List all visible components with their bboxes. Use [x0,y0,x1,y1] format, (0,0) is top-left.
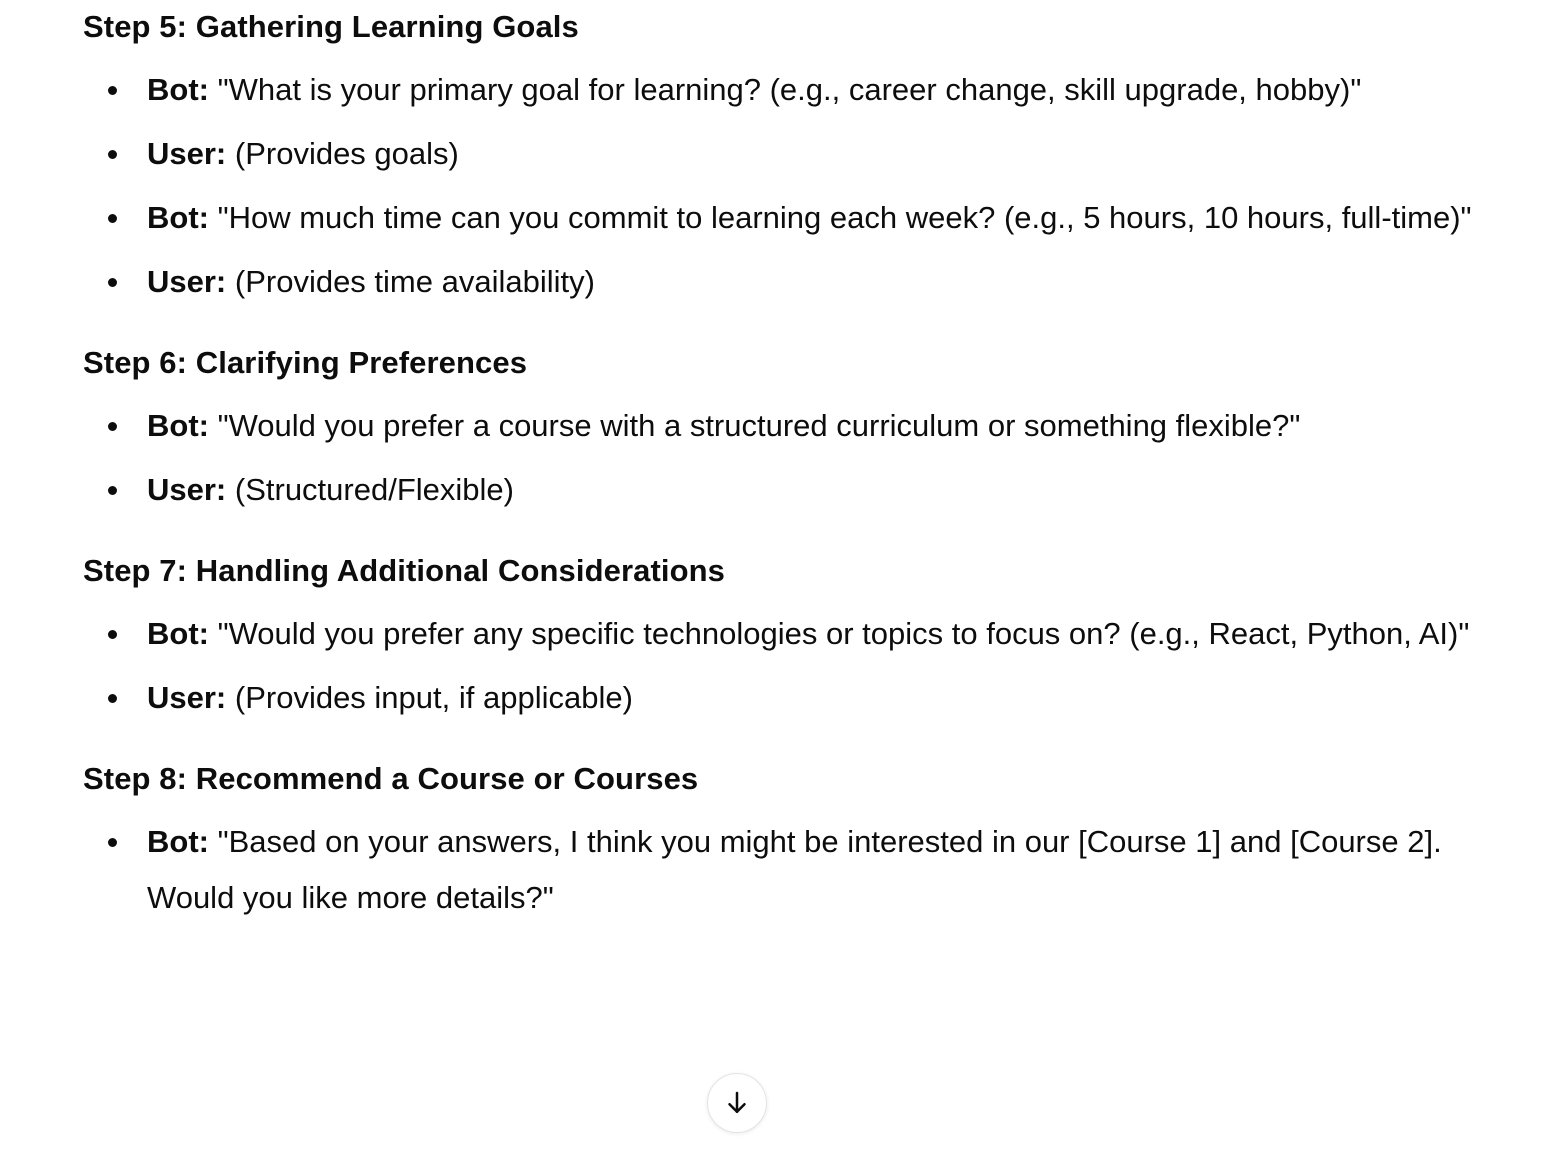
list-item: Bot: "How much time can you commit to le… [83,190,1523,246]
bullet [108,630,117,639]
step-heading: Step 5: Gathering Learning Goals [83,9,579,44]
speaker-label: User: [147,680,227,715]
list-item: Bot: "Based on your answers, I think you… [83,814,1523,926]
step-heading: Step 8: Recommend a Course or Courses [83,761,699,796]
list-item: Bot: "Would you prefer any specific tech… [83,606,1523,662]
speaker-label: Bot: [147,200,209,235]
arrow-down-icon [722,1088,752,1118]
message-text: (Provides time availability) [226,264,595,299]
speaker-label: User: [147,264,227,299]
bullet [108,694,117,703]
speaker-label: User: [147,136,227,171]
speaker-label: Bot: [147,72,209,107]
bullet [108,86,117,95]
speaker-label: User: [147,472,227,507]
step-5-section: Step 5: Gathering Learning Goals Bot: "W… [83,0,1523,310]
message-text: (Provides input, if applicable) [226,680,633,715]
step-8-section: Step 8: Recommend a Course or Courses Bo… [83,752,1523,926]
message-text: "Would you prefer a course with a struct… [208,408,1301,443]
list-item: User: (Structured/Flexible) [83,462,1523,518]
speaker-label: Bot: [147,824,209,859]
bullet [108,422,117,431]
list-item: User: (Provides goals) [83,126,1523,182]
bullet [108,838,117,847]
bullet [108,486,117,495]
step-list: Bot: "Would you prefer a course with a s… [83,398,1523,518]
message-text: "Based on your answers, I think you migh… [147,824,1442,915]
list-item: Bot: "Would you prefer a course with a s… [83,398,1523,454]
list-item: User: (Provides input, if applicable) [83,670,1523,726]
speaker-label: Bot: [147,616,209,651]
step-6-section: Step 6: Clarifying Preferences Bot: "Wou… [83,336,1523,518]
bullet [108,214,117,223]
message-content: Step 5: Gathering Learning Goals Bot: "W… [83,0,1523,934]
list-item: Bot: "What is your primary goal for lear… [83,62,1523,118]
list-item: User: (Provides time availability) [83,254,1523,310]
message-text: "What is your primary goal for learning?… [208,72,1362,107]
message-text: "Would you prefer any specific technolog… [208,616,1470,651]
step-list: Bot: "Based on your answers, I think you… [83,814,1523,926]
message-text: "How much time can you commit to learnin… [208,200,1472,235]
step-list: Bot: "What is your primary goal for lear… [83,62,1523,310]
step-heading: Step 7: Handling Additional Consideratio… [83,553,726,588]
step-7-section: Step 7: Handling Additional Consideratio… [83,544,1523,726]
step-list: Bot: "Would you prefer any specific tech… [83,606,1523,726]
speaker-label: Bot: [147,408,209,443]
message-text: (Structured/Flexible) [226,472,514,507]
step-heading: Step 6: Clarifying Preferences [83,345,528,380]
bullet [108,278,117,287]
bullet [108,150,117,159]
message-text: (Provides goals) [226,136,459,171]
scroll-to-bottom-button[interactable] [707,1073,767,1133]
